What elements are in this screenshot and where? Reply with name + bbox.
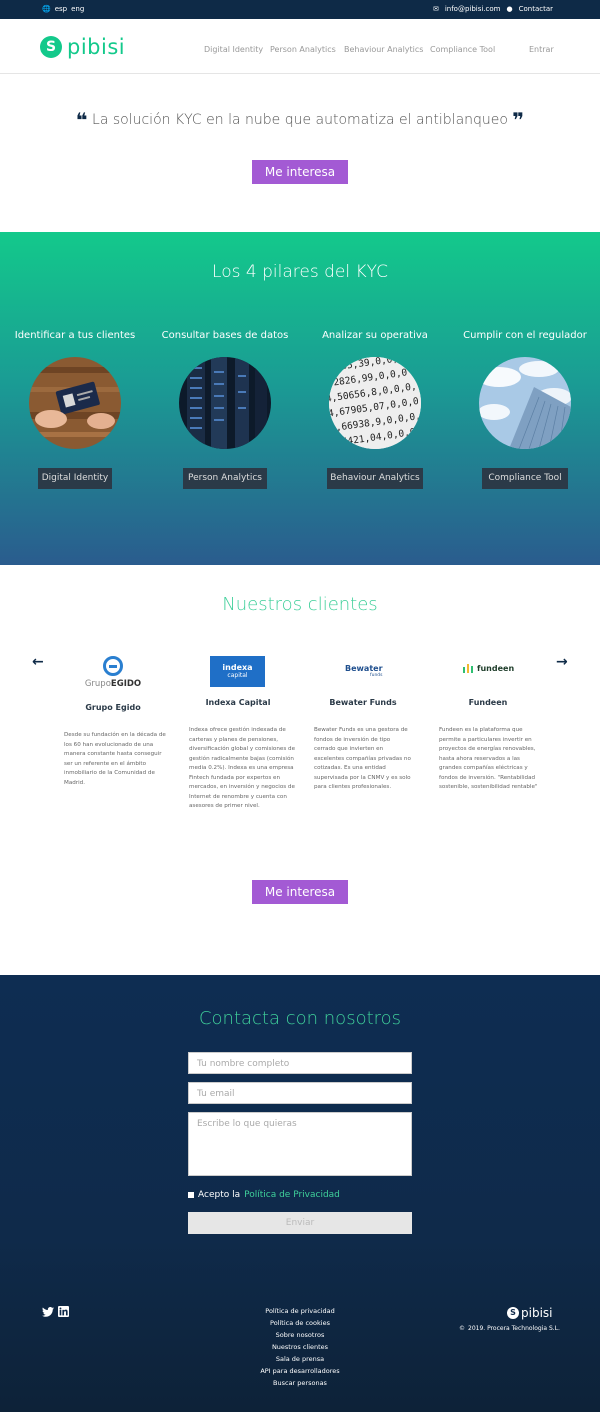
client-desc-fundeen: Fundeen es la plataforma que permite a p… [439,727,538,790]
main-navbar: S pibisi Digital Identity Person Analyti… [0,19,600,74]
email-field[interactable]: Tu email [188,1082,412,1104]
logo-icon: S [40,36,62,58]
client-name-bewater-funds: Bewater Funds [329,698,397,707]
top-bar: 🌐 esp eng ✉ info@pibisi.com ● Contactar [0,0,600,19]
email-link[interactable]: info@pibisi.com [445,5,501,13]
lang-es-link[interactable]: esp [55,5,67,13]
message-field[interactable]: Escribe lo que quieras [188,1112,412,1176]
fundeen-logo: fundeen [463,664,514,673]
pillar-label-databases: Consultar bases de datos [161,330,289,341]
building-sky-image [479,357,571,449]
client-desc-grupo-egido: Desde su fundación en la década de los 6… [64,732,166,786]
client-name-grupo-egido: Grupo Egido [85,703,141,712]
quote-left-icon: ❝ [75,108,88,132]
pillars-title: Los 4 pilares del KYC [212,262,388,282]
logo-text: pibisi [67,35,126,59]
privacy-accept: Acepto la Política de Privacidad [188,1190,340,1200]
footer-logo[interactable]: S pibisi [507,1306,553,1320]
lang-en-link[interactable]: eng [71,5,84,13]
submit-button[interactable]: Enviar [188,1212,412,1234]
privacy-policy-link[interactable]: Política de Privacidad [244,1190,340,1200]
globe-icon: 🌐 [42,5,51,13]
hero-quote-text: La solución KYC en la nube que automatiz… [92,112,508,128]
copyright-icon: © [459,1325,465,1332]
copyright: © 2019. Procera Technologia S.L. [459,1325,560,1332]
pillar-label-analyze: Analizar su operativa [322,330,428,341]
nav-compliance-tool[interactable]: Compliance Tool [430,45,495,54]
footer-link-search[interactable]: Buscar personas [0,1379,600,1387]
checkbox-icon[interactable] [188,1192,194,1198]
client-desc-indexa-capital: Indexa ofrece gestión indexada de carter… [189,727,296,809]
hero-quote: ❝ La solución KYC en la nube que automat… [0,108,600,132]
id-card-image [29,357,121,449]
top-contact: ✉ info@pibisi.com ● Contactar [433,5,553,13]
chat-icon: ● [506,5,513,13]
pillar-button-person-analytics[interactable]: Person Analytics [183,468,267,489]
pillar-button-compliance-tool[interactable]: Compliance Tool [482,468,568,489]
numbers-image: 755,39,0,0, 42826,99,0,0,0 4,50656,8,0,0… [329,357,421,449]
client-name-fundeen: Fundeen [468,698,508,707]
client-desc-bewater-funds: Bewater Funds es una gestora de fondos d… [314,727,411,790]
envelope-icon: ✉ [432,5,439,13]
language-switcher: 🌐 esp eng [42,5,84,13]
pillar-label-identify: Identificar a tus clientes [14,330,136,341]
copyright-text: 2019. Procera Technologia S.L. [468,1325,560,1332]
logo[interactable]: S pibisi [40,35,125,59]
nav-person-analytics[interactable]: Person Analytics [270,45,336,54]
pillar-button-digital-identity[interactable]: Digital Identity [38,468,112,489]
footer-link-clients[interactable]: Nuestros clientes [0,1343,600,1351]
footer-logo-icon: S [507,1307,519,1319]
name-field[interactable]: Tu nombre completo [188,1052,412,1074]
clients-title: Nuestros clientes [222,594,378,615]
nav-digital-identity[interactable]: Digital Identity [204,45,263,54]
pillar-button-behaviour-analytics[interactable]: Behaviour Analytics [327,468,423,489]
server-room-image [179,357,271,449]
hero-cta-button[interactable]: Me interesa [252,160,348,184]
clients-cta-button[interactable]: Me interesa [252,880,348,904]
grupo-egido-logo: GrupoEGIDO [84,656,142,689]
hero-section [0,74,600,232]
arrow-right-icon[interactable]: → [556,654,568,670]
nav-login[interactable]: Entrar [529,45,554,54]
contact-link[interactable]: Contactar [519,5,553,13]
pillar-label-comply: Cumplir con el regulador [463,330,587,341]
bewater-funds-logo: Bewater funds [345,664,383,678]
client-name-indexa-capital: Indexa Capital [205,698,271,707]
footer-link-press[interactable]: Sala de prensa [0,1355,600,1363]
egido-icon [103,656,123,676]
contact-title: Contacta con nosotros [198,1008,402,1029]
quote-right-icon: ❞ [512,108,525,132]
nav-behaviour-analytics[interactable]: Behaviour Analytics [344,45,423,54]
indexa-capital-logo: indexa capital [210,656,265,687]
arrow-left-icon[interactable]: ← [32,654,44,670]
footer-logo-text: pibisi [521,1306,553,1320]
footer-link-api[interactable]: API para desarrolladores [0,1367,600,1375]
footer-link-about[interactable]: Sobre nosotros [0,1331,600,1339]
accept-text: Acepto la [198,1190,241,1200]
